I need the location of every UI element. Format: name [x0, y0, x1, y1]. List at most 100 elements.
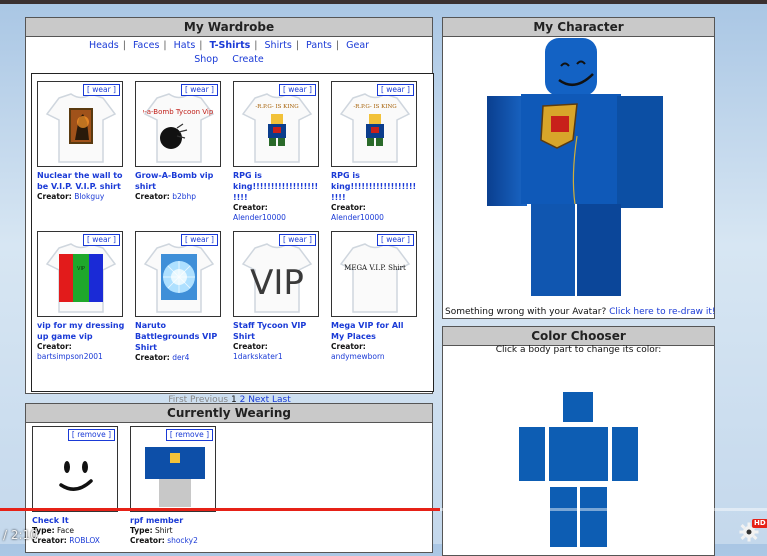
shirt-art-text: MEGA V.I.P. Shirt — [344, 264, 406, 272]
item-thumbnail[interactable]: Grow-a-Bomb Tycoon Vip Shirt [ wear ] — [135, 81, 221, 167]
creator-link[interactable]: der4 — [172, 353, 189, 362]
body-part-head[interactable] — [563, 392, 593, 422]
wear-button[interactable]: [ wear ] — [376, 234, 414, 246]
worn-item: [ remove ] Check It Type: Face Creator: … — [32, 426, 124, 546]
tshirt-icon: -R.P.G- IS KING — [241, 93, 313, 163]
shirt-art-text: -R.P.G- IS KING — [353, 104, 396, 110]
item-creator: Creator: b2bhp — [135, 192, 196, 201]
wear-button[interactable]: [ wear ] — [180, 84, 218, 96]
item-name-link[interactable]: Naruto Battlegrounds VIP Shirt — [135, 320, 223, 353]
currently-wearing-title: Currently Wearing — [26, 404, 432, 423]
color-chooser-panel: Color Chooser Click a body part to chang… — [442, 326, 715, 556]
item-thumbnail[interactable]: MEGA V.I.P. Shirt [ wear ] — [331, 231, 417, 317]
my-character-panel: My Character Something wrong with your A… — [442, 17, 716, 319]
tshirt-icon — [143, 243, 215, 313]
creator-link[interactable]: b2bhp — [172, 192, 196, 201]
my-character-title: My Character — [443, 18, 714, 37]
tshirt-icon: MEGA V.I.P. Shirt — [339, 243, 411, 313]
item-creator: Creator: bartsimpson2001 — [37, 342, 103, 361]
currently-wearing-panel: Currently Wearing [ remove ] Check It Ty… — [25, 403, 433, 553]
creator-link[interactable]: Alender10000 — [233, 213, 286, 222]
video-time: / 2:10 — [3, 528, 38, 542]
create-link[interactable]: Create — [232, 54, 264, 65]
wear-button[interactable]: [ wear ] — [376, 84, 414, 96]
tab-shirts[interactable]: Shirts — [265, 40, 292, 51]
item-name-link[interactable]: Check It — [32, 515, 120, 526]
item-creator: Creator: 1darkskater1 — [233, 342, 283, 361]
wear-button[interactable]: [ wear ] — [82, 84, 120, 96]
tshirt-icon: -R.P.G- IS KING — [339, 93, 411, 163]
item-name-link[interactable]: Mega VIP for All My Places — [331, 320, 419, 342]
wardrobe-item: VIP [ wear ] Staff Tycoon VIP Shirt Crea… — [233, 231, 325, 362]
wardrobe-item: MEGA V.I.P. Shirt [ wear ] Mega VIP for … — [331, 231, 423, 362]
item-thumbnail[interactable]: -R.P.G- IS KING [ wear ] — [331, 81, 417, 167]
remove-button[interactable]: [ remove ] — [165, 429, 213, 441]
creator-link[interactable]: 1darkskater1 — [233, 352, 283, 361]
body-part-right-arm[interactable] — [612, 427, 638, 481]
tab-hats[interactable]: Hats — [174, 40, 196, 51]
avatar-redraw-message: Something wrong with your Avatar? Click … — [445, 307, 716, 317]
item-thumbnail[interactable]: [ wear ] — [37, 81, 123, 167]
tab-t-shirts[interactable]: T-Shirts — [210, 40, 251, 51]
shirt-art-text: -R.P.G- IS KING — [255, 104, 298, 110]
tshirt-icon: VIP — [241, 243, 313, 313]
top-bar — [0, 0, 767, 4]
item-creator: Creator: Alender10000 — [233, 203, 286, 222]
body-part-torso[interactable] — [549, 427, 608, 481]
item-name-link[interactable]: RPG is king!!!!!!!!!!!!!!!!!!!!!! — [331, 170, 419, 203]
shirt-figure-icon — [145, 447, 205, 507]
item-thumbnail[interactable]: [ remove ] — [32, 426, 118, 512]
redraw-link[interactable]: Click here to re-draw it! — [609, 307, 715, 317]
wardrobe-title: My Wardrobe — [26, 18, 432, 37]
video-progress-played — [0, 508, 440, 511]
wardrobe-item: VIP [ wear ] vip for my dressing up game… — [37, 231, 129, 362]
item-name-link[interactable]: vip for my dressing up game vip — [37, 320, 125, 342]
body-part-left-leg[interactable] — [550, 487, 577, 547]
wardrobe-item: Grow-a-Bomb Tycoon Vip Shirt [ wear ] Gr… — [135, 81, 227, 202]
color-chooser-title: Color Chooser — [443, 327, 714, 346]
wear-button[interactable]: [ wear ] — [278, 234, 316, 246]
item-thumbnail[interactable]: -R.P.G- IS KING [ wear ] — [233, 81, 319, 167]
tshirt-icon: VIP — [45, 243, 117, 313]
creator-link[interactable]: bartsimpson2001 — [37, 352, 103, 361]
wear-button[interactable]: [ wear ] — [180, 234, 218, 246]
wardrobe-item: [ wear ] Nuclear the wall to be V.I.P. V… — [37, 81, 129, 202]
remove-button[interactable]: [ remove ] — [67, 429, 115, 441]
creator-link[interactable]: andymewborn — [331, 352, 385, 361]
shirt-art-text: VIP — [77, 266, 85, 272]
creator-link[interactable]: Alender10000 — [331, 213, 384, 222]
item-name-link[interactable]: Grow-A-Bomb vip shirt — [135, 170, 223, 192]
shop-link[interactable]: Shop — [194, 54, 218, 65]
item-creator: Creator: Blokguy — [37, 192, 105, 201]
tab-heads[interactable]: Heads — [89, 40, 119, 51]
tab-gear[interactable]: Gear — [346, 40, 369, 51]
color-chooser-instruction: Click a body part to change its color: — [495, 345, 662, 355]
item-name-link[interactable]: rpf member — [130, 515, 218, 526]
body-part-right-leg[interactable] — [580, 487, 607, 547]
wear-button[interactable]: [ wear ] — [278, 84, 316, 96]
avatar-3d[interactable] — [481, 36, 681, 304]
item-name-link[interactable]: RPG is king!!!!!!!!!!!!!!!!!!!!!! — [233, 170, 321, 203]
item-thumbnail[interactable]: [ remove ] — [130, 426, 216, 512]
item-creator: Creator: ROBLOX — [32, 536, 100, 545]
wardrobe-item: -R.P.G- IS KING [ wear ] RPG is king!!!!… — [233, 81, 325, 223]
worn-item: [ remove ] rpf member Type: Shirt Creato… — [130, 426, 222, 546]
item-thumbnail[interactable]: VIP [ wear ] — [233, 231, 319, 317]
creator-link[interactable]: Blokguy — [74, 192, 104, 201]
item-creator: Creator: der4 — [135, 353, 190, 362]
body-part-left-arm[interactable] — [519, 427, 545, 481]
tab-pants[interactable]: Pants — [306, 40, 332, 51]
tshirt-icon — [45, 93, 117, 163]
wardrobe-item: -R.P.G- IS KING [ wear ] RPG is king!!!!… — [331, 81, 423, 223]
tab-faces[interactable]: Faces — [133, 40, 159, 51]
item-creator: Creator: shocky2 — [130, 536, 198, 545]
item-thumbnail[interactable]: [ wear ] — [135, 231, 221, 317]
item-creator: Creator: andymewborn — [331, 342, 385, 361]
item-name-link[interactable]: Nuclear the wall to be V.I.P. V.I.P. shi… — [37, 170, 125, 192]
wear-button[interactable]: [ wear ] — [82, 234, 120, 246]
item-thumbnail[interactable]: VIP [ wear ] — [37, 231, 123, 317]
item-name-link[interactable]: Staff Tycoon VIP Shirt — [233, 320, 321, 342]
wardrobe-grid: [ wear ] Nuclear the wall to be V.I.P. V… — [31, 73, 434, 392]
wardrobe-nav: Heads | Faces | Hats | T-Shirts | Shirts | Pa… — [88, 40, 370, 65]
shirt-art-text: VIP — [250, 263, 304, 303]
